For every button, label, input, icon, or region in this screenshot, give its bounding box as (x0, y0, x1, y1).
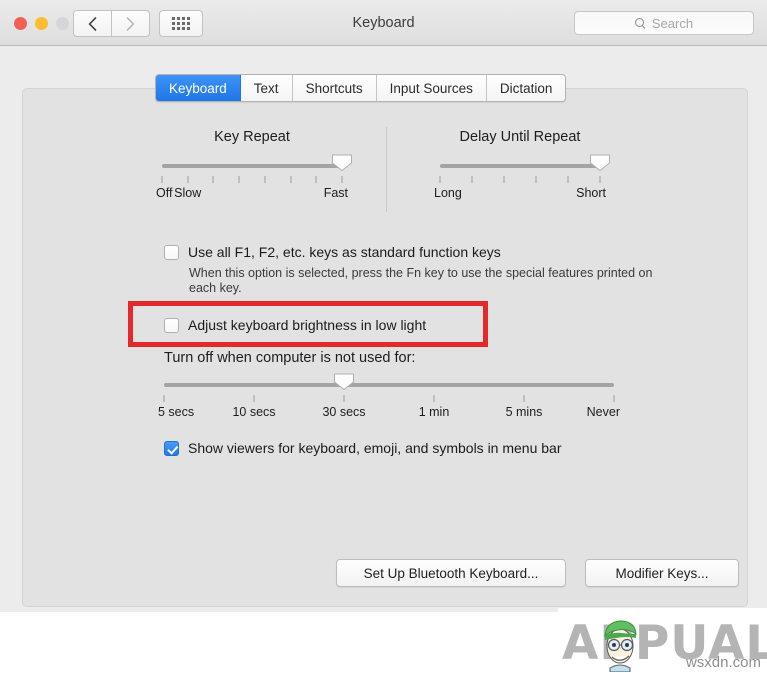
tab-dictation[interactable]: Dictation (486, 75, 566, 101)
slider-tick-label: Never (586, 405, 620, 419)
modifier-keys-button[interactable]: Modifier Keys... (585, 559, 739, 587)
slider-tick (253, 395, 255, 402)
delay-until-repeat-section: Delay Until Repeat Long Short (434, 129, 610, 202)
slider-tick (341, 176, 343, 183)
turn-off-slider[interactable] (164, 373, 614, 390)
slider-tick-label: 30 secs (322, 405, 366, 419)
keyboard-preferences-window: Keyboard Search Keyboard Text Shortcuts … (0, 0, 767, 612)
tab-keyboard-label: Keyboard (169, 80, 227, 96)
slider-tick (613, 395, 615, 402)
tab-input-sources[interactable]: Input Sources (376, 75, 487, 101)
slider-tick-label: 1 min (418, 405, 450, 419)
slider-tick (163, 395, 165, 402)
search-placeholder: Search (651, 15, 694, 31)
delay-until-repeat-ticks (439, 176, 601, 184)
slider-divider (386, 127, 387, 212)
slider-tick (471, 176, 473, 183)
delay-until-repeat-thumb[interactable] (590, 154, 611, 171)
tab-shortcuts[interactable]: Shortcuts (292, 75, 377, 101)
slider-tick (535, 176, 537, 183)
slider-tick (433, 395, 435, 402)
delay-until-repeat-slider[interactable] (440, 154, 610, 171)
function-keys-label: Use all F1, F2, etc. keys as standard fu… (188, 244, 501, 260)
preference-tabs: Keyboard Text Shortcuts Input Sources Di… (155, 74, 567, 102)
tab-keyboard[interactable]: Keyboard (156, 75, 241, 101)
turn-off-section: Turn off when computer is not used for: … (158, 350, 620, 421)
slider-tick-label: Long (434, 186, 462, 200)
function-keys-help-text: When this option is selected, press the … (189, 266, 653, 295)
slider-tick-label: 10 secs (232, 405, 276, 419)
key-repeat-slider[interactable] (162, 154, 352, 171)
slider-tick (212, 176, 214, 183)
show-viewers-checkbox-row[interactable]: Show viewers for keyboard, emoji, and sy… (164, 440, 562, 456)
slider-tick-label: Off (156, 186, 173, 200)
tab-shortcuts-label: Shortcuts (305, 80, 363, 96)
modifier-keys-label: Modifier Keys... (615, 565, 709, 581)
show-viewers-checkbox[interactable] (164, 440, 179, 456)
function-keys-checkbox[interactable] (164, 244, 179, 260)
key-repeat-track (162, 164, 342, 168)
key-repeat-thumb[interactable] (332, 154, 353, 171)
slider-tick (290, 176, 292, 183)
key-repeat-section: Key Repeat Off Slow Fast (156, 129, 352, 202)
watermark: APPUALS wsxdn.com (558, 608, 767, 673)
delay-until-repeat-track (440, 164, 600, 168)
function-keys-checkbox-row[interactable]: Use all F1, F2, etc. keys as standard fu… (164, 244, 501, 260)
slider-tick (343, 395, 345, 402)
slider-tick-label: Short (576, 186, 606, 200)
slider-tick (238, 176, 240, 183)
slider-tick (439, 176, 441, 183)
tab-text-label: Text (253, 80, 279, 96)
delay-until-repeat-tick-labels: Long Short (434, 186, 606, 202)
watermark-site: wsxdn.com (685, 654, 761, 671)
set-up-bluetooth-keyboard-label: Set Up Bluetooth Keyboard... (363, 565, 539, 581)
titlebar: Keyboard Search (0, 0, 767, 46)
tab-dictation-label: Dictation (499, 80, 553, 96)
key-repeat-ticks (161, 176, 343, 184)
delay-until-repeat-title: Delay Until Repeat (459, 129, 581, 145)
slider-tick (567, 176, 569, 183)
annotation-highlight-box (128, 301, 488, 347)
slider-tick (264, 176, 266, 183)
turn-off-thumb[interactable] (334, 373, 355, 390)
search-icon (634, 17, 646, 29)
search-field[interactable]: Search (574, 11, 754, 35)
set-up-bluetooth-keyboard-button[interactable]: Set Up Bluetooth Keyboard... (336, 559, 566, 587)
tab-text[interactable]: Text (240, 75, 293, 101)
slider-tick (187, 176, 189, 183)
slider-tick-label: Fast (323, 186, 348, 200)
slider-tick (161, 176, 163, 183)
key-repeat-tick-labels: Off Slow Fast (156, 186, 348, 202)
turn-off-ticks (163, 395, 615, 403)
slider-tick (599, 176, 601, 183)
show-viewers-label: Show viewers for keyboard, emoji, and sy… (188, 440, 562, 456)
keyboard-settings-panel: Key Repeat Off Slow Fast Delay Until Repea… (22, 88, 748, 607)
slider-tick-label: 5 secs (158, 405, 195, 419)
mascot-icon (604, 620, 637, 672)
slider-tick (315, 176, 317, 183)
turn-off-title: Turn off when computer is not used for: (164, 350, 416, 366)
key-repeat-title: Key Repeat (214, 129, 290, 145)
turn-off-track (164, 383, 614, 387)
slider-tick (523, 395, 525, 402)
slider-tick-label: 5 mins (505, 405, 543, 419)
slider-tick-label: Slow (174, 186, 202, 200)
turn-off-tick-labels: 5 secs 10 secs 30 secs 1 min 5 mins Never (158, 405, 620, 421)
tab-input-sources-label: Input Sources (389, 80, 473, 96)
slider-tick (503, 176, 505, 183)
